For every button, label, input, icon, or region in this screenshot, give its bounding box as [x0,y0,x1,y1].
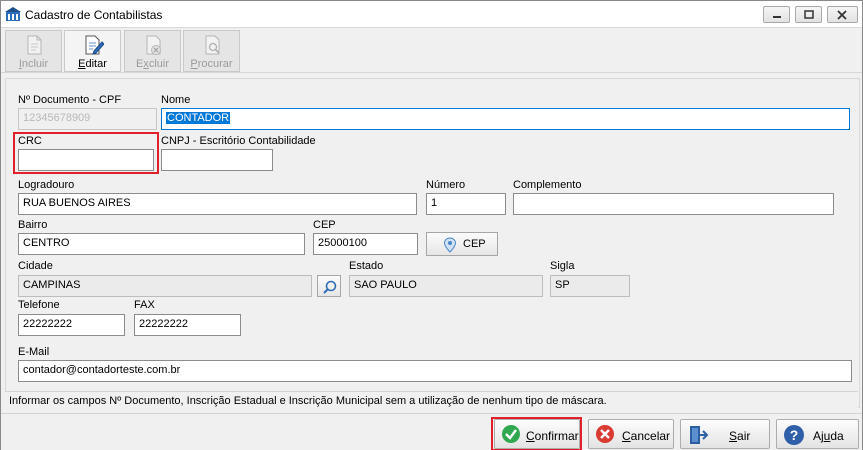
exit-door-icon [690,426,709,444]
cidade-field[interactable]: CAMPINAS [18,275,312,297]
cidade-search-button[interactable] [317,275,341,297]
email-field[interactable]: contador@contadorteste.com.br [18,360,852,382]
incluir-label: Incluir [18,58,49,70]
sigla-field[interactable]: SP [550,275,630,297]
main-window: Cadastro de Contabilistas Incluir Editar… [0,0,863,450]
sair-button[interactable]: Sair [680,419,770,449]
form-panel: Nº Documento - CPF 12345678909 Nome CONT… [5,78,860,408]
maximize-icon [804,10,814,19]
svg-text:?: ? [790,427,799,443]
minimize-icon [773,16,781,18]
title-bar: Cadastro de Contabilistas [1,1,862,28]
bairro-label: Bairro [18,219,48,231]
fax-label: FAX [134,299,155,311]
bairro-field[interactable]: CENTRO [18,233,305,255]
cancelar-button[interactable]: Cancelar [588,419,674,449]
cep-label: CEP [313,219,336,231]
logradouro-label: Logradouro [18,179,75,191]
ajuda-button[interactable]: ? Ajuda [776,419,859,449]
cep-button-label: CEP [463,238,486,250]
estado-label: Estado [349,260,384,272]
search-icon [323,280,337,294]
incluir-button[interactable]: Incluir [5,30,62,72]
sair-label: Sair [729,429,751,443]
nome-selected-text: CONTADOR [166,112,231,124]
window-title: Cadastro de Contabilistas [25,8,163,22]
email-label: E-Mail [18,346,50,358]
cnpj-label: CNPJ - Escritório Contabilidade [161,135,316,147]
app-building-icon [5,6,21,22]
cidade-label: Cidade [18,260,53,272]
editar-label: Editar [78,58,107,70]
cep-field[interactable]: 25000100 [313,233,418,255]
maximize-button[interactable] [795,6,822,23]
bottom-button-bar: Confirmar Cancelar Sair ? Ajuda [1,413,862,450]
telefone-field[interactable]: 22222222 [18,314,125,336]
doc-field[interactable]: 12345678909 [18,108,157,130]
close-icon [837,10,847,20]
cep-search-button[interactable]: CEP [426,232,498,256]
logradouro-field[interactable]: RUA BUENOS AIRES [18,193,417,215]
edit-document-icon [85,35,104,55]
crc-highlight-box [13,132,159,174]
minimize-button[interactable] [763,6,790,23]
complemento-field[interactable] [513,193,834,215]
cancelar-label: Cancelar [622,429,671,443]
procurar-label: Procurar [190,58,233,70]
telefone-label: Telefone [18,299,60,311]
toolbar: Incluir Editar Excluir Procurar [1,29,862,73]
nome-field[interactable]: CONTADOR [161,108,850,130]
fax-field[interactable]: 22222222 [134,314,241,336]
nome-label: Nome [161,94,191,106]
map-pin-icon [443,237,457,253]
excluir-label: Excluir [135,58,169,70]
complemento-label: Complemento [513,179,582,191]
delete-document-icon [146,35,161,55]
info-bar: Informar os campos Nº Documento, Inscriç… [5,391,858,410]
sigla-label: Sigla [550,260,575,272]
ajuda-label: Ajuda [813,429,844,443]
doc-label: Nº Documento - CPF [18,94,122,106]
estado-field[interactable]: SAO PAULO [349,275,543,297]
cnpj-field[interactable] [161,149,273,171]
numero-field[interactable]: 1 [426,193,506,215]
numero-label: Número [426,179,466,191]
cancel-icon [596,425,614,443]
close-window-button[interactable] [827,6,858,23]
help-icon: ? [784,425,804,445]
editar-button[interactable]: Editar [64,30,121,72]
procurar-button[interactable]: Procurar [183,30,240,72]
new-document-icon [27,35,41,55]
excluir-button[interactable]: Excluir [124,30,181,72]
confirmar-highlight-box [491,417,582,450]
search-document-icon [205,35,220,55]
